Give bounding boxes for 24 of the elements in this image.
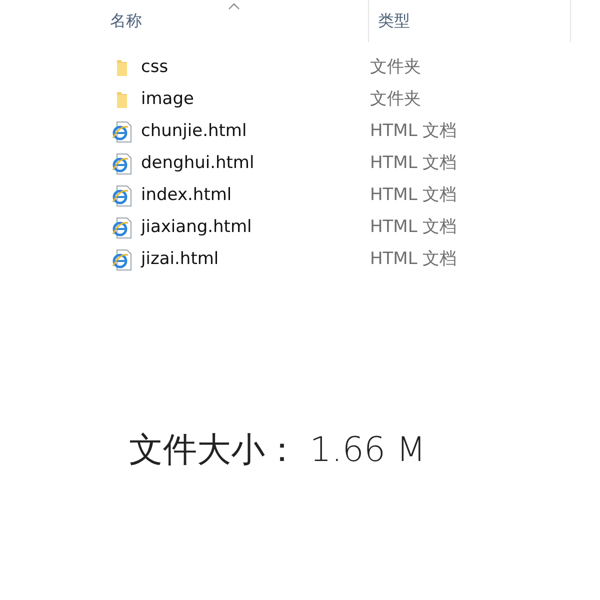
file-name[interactable]: image: [141, 89, 194, 110]
file-type: HTML 文档: [370, 152, 457, 176]
file-name[interactable]: css: [141, 57, 168, 78]
file-name[interactable]: denghui.html: [141, 153, 254, 174]
web-page-icon: [112, 185, 132, 207]
file-size-caption: 文件大小： 1.66 M: [129, 430, 426, 471]
web-page-icon: [112, 153, 132, 175]
web-page-icon: [112, 249, 132, 271]
web-page-icon: [112, 121, 132, 143]
file-name[interactable]: chunjie.html: [141, 121, 247, 142]
folder-icon: [115, 91, 129, 109]
folder-icon: [115, 59, 129, 77]
column-header[interactable]: 类型: [378, 11, 410, 31]
file-type: 文件夹: [370, 56, 421, 80]
file-name[interactable]: jiaxiang.html: [141, 217, 252, 238]
file-type: 文件夹: [370, 88, 421, 112]
file-type: HTML 文档: [370, 216, 457, 240]
file-type: HTML 文档: [370, 248, 457, 272]
file-name[interactable]: jizai.html: [141, 249, 219, 270]
file-name[interactable]: index.html: [141, 185, 232, 206]
file-type: HTML 文档: [370, 184, 457, 208]
web-page-icon: [112, 217, 132, 239]
column-header[interactable]: 名称: [110, 11, 142, 31]
file-type: HTML 文档: [370, 120, 457, 144]
